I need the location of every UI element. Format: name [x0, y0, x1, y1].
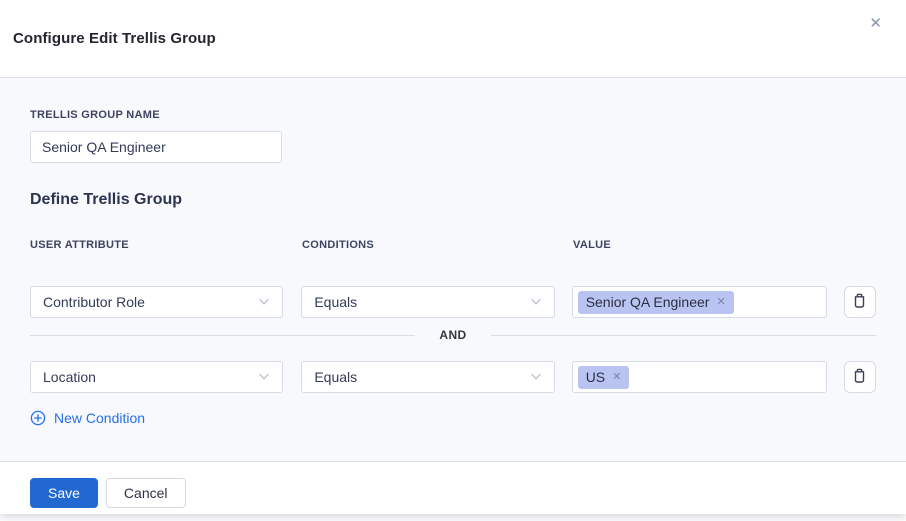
trellis-group-name-label: TRELLIS GROUP NAME [30, 109, 876, 121]
conditions-column-label: CONDITIONS [302, 239, 556, 251]
separator-line [491, 335, 876, 336]
user-attribute-column-label: USER ATTRIBUTE [30, 239, 284, 251]
condition-select-value: Equals [314, 369, 357, 385]
modal-title: Configure Edit Trellis Group [13, 30, 216, 47]
value-chip-label: Senior QA Engineer [586, 294, 710, 310]
value-chip: US ✕ [578, 366, 630, 389]
trellis-group-name-input[interactable] [30, 131, 282, 163]
value-input[interactable]: Senior QA Engineer ✕ [572, 286, 827, 318]
condition-row: Location Equals US ✕ [30, 361, 876, 393]
separator-line [30, 335, 415, 336]
close-icon[interactable]: ✕ [865, 12, 886, 35]
trash-icon [852, 368, 867, 387]
save-button[interactable]: Save [30, 478, 98, 508]
columns-header: USER ATTRIBUTE CONDITIONS VALUE [30, 239, 876, 251]
delete-condition-button[interactable] [844, 286, 876, 318]
condition-select[interactable]: Equals [301, 361, 554, 393]
chevron-down-icon [258, 373, 270, 381]
plus-circle-icon [30, 410, 46, 426]
value-column-label: VALUE [573, 239, 829, 251]
chip-remove-icon[interactable]: ✕ [716, 297, 725, 308]
new-condition-label: New Condition [54, 410, 145, 426]
modal-body: TRELLIS GROUP NAME Define Trellis Group … [0, 78, 906, 461]
user-attribute-select[interactable]: Contributor Role [30, 286, 283, 318]
and-separator: AND [30, 328, 876, 342]
define-trellis-group-heading: Define Trellis Group [30, 191, 876, 209]
operator-label: AND [415, 328, 490, 342]
configure-trellis-group-modal: Configure Edit Trellis Group ✕ TRELLIS G… [0, 0, 906, 514]
cancel-button[interactable]: Cancel [106, 478, 186, 508]
chip-remove-icon[interactable]: ✕ [612, 372, 621, 383]
condition-select[interactable]: Equals [301, 286, 554, 318]
chevron-down-icon [530, 298, 542, 306]
modal-header: Configure Edit Trellis Group ✕ [0, 0, 906, 78]
delete-condition-button[interactable] [844, 361, 876, 393]
trash-icon [852, 293, 867, 312]
condition-row: Contributor Role Equals Senior QA Engine… [30, 286, 876, 318]
chevron-down-icon [530, 373, 542, 381]
condition-select-value: Equals [314, 294, 357, 310]
user-attribute-select-value: Contributor Role [43, 294, 145, 310]
value-chip-label: US [586, 369, 605, 385]
user-attribute-select[interactable]: Location [30, 361, 283, 393]
modal-footer: Save Cancel [0, 461, 906, 514]
user-attribute-select-value: Location [43, 369, 96, 385]
new-condition-button[interactable]: New Condition [30, 410, 145, 426]
value-input[interactable]: US ✕ [572, 361, 827, 393]
chevron-down-icon [258, 298, 270, 306]
value-chip: Senior QA Engineer ✕ [578, 291, 734, 314]
